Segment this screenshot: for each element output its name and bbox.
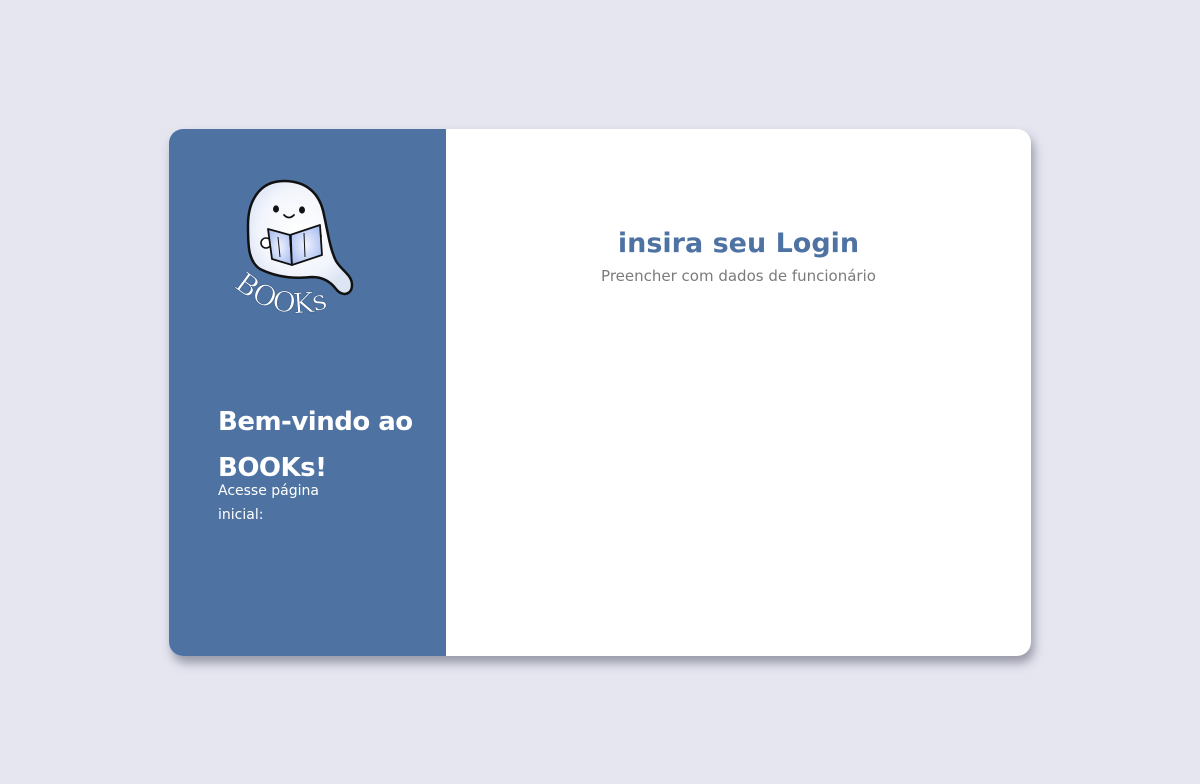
login-panel: insira seu Login Preencher com dados de … bbox=[446, 129, 1031, 656]
ghost-reading-book-icon: BOOKs bbox=[229, 179, 354, 321]
welcome-panel: BOOKs Bem-vindo ao BOOKs! Acesse página … bbox=[169, 129, 446, 656]
login-card: BOOKs Bem-vindo ao BOOKs! Acesse página … bbox=[169, 129, 1031, 656]
welcome-title: Bem-vindo ao BOOKs! bbox=[218, 407, 413, 483]
login-title: insira seu Login bbox=[617, 228, 860, 259]
home-page-link[interactable]: Acesse página inicial: bbox=[218, 479, 368, 527]
login-subtitle: Preencher com dados de funcionário bbox=[601, 267, 876, 285]
